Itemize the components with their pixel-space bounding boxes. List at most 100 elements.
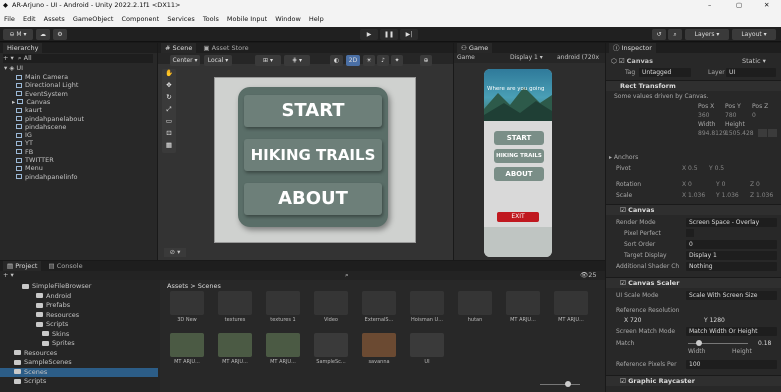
width-value[interactable]: 894.8129 — [698, 130, 727, 138]
effects-icon[interactable]: ✦ — [391, 55, 403, 66]
asset-item[interactable]: textures — [213, 291, 257, 323]
project-tree-item[interactable]: SampleScenes — [14, 358, 72, 367]
anchors-foldout[interactable]: ▸ Anchors — [609, 154, 638, 162]
asset-item[interactable]: 3D New — [165, 291, 209, 323]
asset-item[interactable]: MT ARJU... — [213, 333, 257, 365]
render-mode-dropdown[interactable]: Screen Space - Overlay — [686, 218, 777, 227]
scene-start-button[interactable]: START — [244, 95, 382, 127]
gizmos-icon[interactable]: ⊕ — [420, 55, 432, 66]
move-tool-icon[interactable]: ✥ — [162, 81, 176, 93]
rotate-tool-icon[interactable]: ↻ — [162, 93, 176, 105]
play-button[interactable]: ▶ — [360, 29, 378, 40]
sort-order-input[interactable]: 0 — [686, 240, 777, 249]
reference-y[interactable]: Y 1280 — [704, 317, 725, 325]
scale-z[interactable]: Z 1.036 — [750, 192, 773, 200]
menu-help[interactable]: Help — [309, 15, 324, 23]
project-tree-item[interactable]: Resources — [14, 349, 57, 358]
project-tree-item[interactable]: Prefabs — [36, 301, 70, 310]
hierarchy-item[interactable]: pindahpanelinfo — [16, 173, 78, 182]
pivot-dropdown[interactable]: Center ▾ — [170, 55, 200, 66]
rect-tool-icon[interactable]: ▭ — [162, 117, 176, 129]
transform-tool-icon[interactable]: ⊡ — [162, 129, 176, 141]
tab-project[interactable]: ▤ Project — [3, 261, 42, 271]
tag-dropdown[interactable]: Untagged — [639, 68, 691, 77]
menu-services[interactable]: Services — [167, 15, 194, 23]
asset-item[interactable]: savanna — [357, 333, 401, 365]
asset-item[interactable]: Hoisman U... — [405, 291, 449, 323]
rotation-y[interactable]: Y 0 — [716, 181, 725, 189]
menu-assets[interactable]: Assets — [44, 15, 65, 23]
pivot-x[interactable]: X 0.5 — [682, 165, 698, 173]
game-mode-dropdown[interactable]: Game — [457, 53, 475, 63]
account-dropdown[interactable]: ⊖ M ▾ — [3, 29, 33, 40]
match-value[interactable]: 0.18 — [758, 340, 771, 348]
raw-edit-button[interactable] — [768, 129, 777, 137]
space-dropdown[interactable]: Local ▾ — [204, 55, 232, 66]
shading-mode-button[interactable]: ◐ — [330, 55, 343, 66]
menu-tools[interactable]: Tools — [203, 15, 219, 23]
grid-snap-button[interactable]: ⊞ ▾ — [255, 55, 281, 66]
icon-size-slider[interactable] — [540, 384, 580, 385]
step-button[interactable]: ▶| — [400, 29, 418, 40]
tab-hierarchy[interactable]: Hierarchy — [3, 43, 43, 53]
minimize-button[interactable]: – — [708, 0, 711, 11]
overlay-menu-icon[interactable]: ⊘ ▾ — [164, 248, 186, 257]
menu-mobile-input[interactable]: Mobile Input — [227, 15, 267, 23]
pos-y-value[interactable]: 780 — [725, 112, 736, 120]
asset-item[interactable]: MT ARJU... — [549, 291, 593, 323]
asset-item[interactable]: hutan — [453, 291, 497, 323]
maximize-button[interactable]: ▢ — [736, 0, 742, 11]
project-tree-item[interactable]: Android — [36, 292, 71, 301]
asset-item[interactable]: MT ARJU... — [165, 333, 209, 365]
asset-item[interactable]: SampleSc... — [309, 333, 353, 365]
increment-snap-button[interactable]: ⋕ ▾ — [284, 55, 310, 66]
blueprint-button[interactable] — [758, 129, 767, 137]
pivot-y[interactable]: Y 0.5 — [709, 165, 724, 173]
layer-dropdown[interactable]: UI — [726, 68, 776, 77]
asset-item[interactable]: ExternalS... — [357, 291, 401, 323]
menu-edit[interactable]: Edit — [23, 15, 36, 23]
scene-root[interactable]: ▾ ◈ UI — [4, 64, 23, 73]
height-value[interactable]: 1505.428 — [725, 130, 754, 138]
game-about-button[interactable]: ABOUT — [494, 167, 544, 181]
asset-item[interactable]: MT ARJU... — [501, 291, 545, 323]
project-tree-item[interactable]: SimpleFileBrowser — [22, 282, 91, 291]
scale-tool-icon[interactable]: ⤢ — [162, 105, 176, 117]
hand-tool-icon[interactable]: ✋ — [162, 69, 176, 81]
icon-size-slider-handle[interactable] — [565, 381, 571, 387]
shader-channels-dropdown[interactable]: Nothing — [686, 262, 777, 271]
game-start-button[interactable]: START — [494, 131, 544, 145]
audio-icon[interactable]: ♪ — [377, 55, 389, 66]
asset-item[interactable]: MT ARJU... — [261, 333, 305, 365]
asset-item[interactable]: textures 1 — [261, 291, 305, 323]
collab-icon[interactable]: ⚙ — [53, 29, 67, 40]
custom-tool-icon[interactable]: ▦ — [162, 141, 176, 153]
screen-match-mode-dropdown[interactable]: Match Width Or Height — [686, 327, 777, 336]
project-tree-item[interactable]: Skins — [42, 330, 69, 339]
display-dropdown[interactable]: Display 1 ▾ — [510, 53, 543, 63]
pixels-per-unit-input[interactable]: 100 — [686, 360, 777, 369]
scale-y[interactable]: Y 1.036 — [716, 192, 739, 200]
pos-z-value[interactable]: 0 — [752, 112, 756, 120]
graphic-raycaster-header[interactable]: ☑ Graphic Raycaster — [606, 375, 781, 386]
cloud-icon[interactable]: ☁ — [36, 29, 50, 40]
lighting-icon[interactable]: ☀ — [363, 55, 375, 66]
history-icon[interactable]: ↺ — [652, 29, 666, 40]
pixel-perfect-checkbox[interactable] — [686, 229, 694, 237]
tab-game[interactable]: ⚇ Game — [457, 43, 493, 53]
exit-button[interactable]: EXIT — [497, 212, 539, 222]
rotation-x[interactable]: X 0 — [682, 181, 692, 189]
project-tree-item[interactable]: Scenes — [0, 367, 158, 377]
canvas-scaler-header[interactable]: ☑ Canvas Scaler — [606, 277, 781, 288]
menu-component[interactable]: Component — [121, 15, 159, 23]
search-icon[interactable]: ⌕ — [668, 29, 682, 40]
tab-scene[interactable]: # Scene — [161, 43, 197, 53]
menu-window[interactable]: Window — [275, 15, 301, 23]
scene-about-button[interactable]: ABOUT — [244, 183, 382, 215]
tab-console[interactable]: ▤ Console — [44, 261, 87, 271]
hierarchy-search[interactable]: + ▾ ⌕ All — [3, 54, 153, 63]
add-icon[interactable]: + ▾ — [3, 54, 14, 62]
tab-inspector[interactable]: ⓘ Inspector — [609, 43, 656, 53]
toggle-2d-button[interactable]: 2D — [346, 55, 360, 66]
scene-hiking-trails-button[interactable]: HIKING TRAILS — [244, 139, 382, 171]
